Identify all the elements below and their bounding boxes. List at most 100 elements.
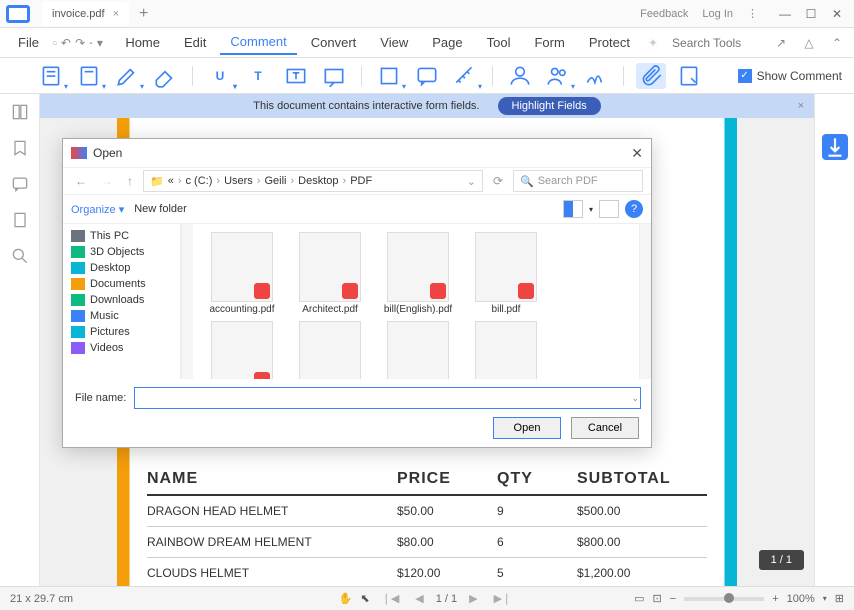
thumbnails-icon[interactable] [10,102,30,122]
comment-tool[interactable] [412,63,442,89]
help-icon[interactable]: ? [625,200,643,218]
file-item[interactable]: accounting.pdf [201,232,283,315]
zoom-in-icon[interactable]: + [772,593,778,605]
search-icon[interactable] [10,246,30,266]
bookmark-icon[interactable] [10,138,30,158]
file-item[interactable] [289,321,371,379]
login-link[interactable]: Log In [702,8,733,20]
up-icon[interactable]: ↑ [123,174,137,188]
prev-page-icon[interactable]: ◀ [411,592,427,605]
edit-note-tool[interactable] [674,63,704,89]
hand-tool-icon[interactable]: ✋ [339,592,353,605]
feedback-link[interactable]: Feedback [640,8,688,20]
shape-tool[interactable]: ▾ [374,63,404,89]
sign-tool[interactable] [581,63,611,89]
breadcrumb[interactable]: 📁 «› c (C:)› Users› Geili› Desktop› PDF … [143,170,483,192]
underline-tool[interactable]: U▾ [205,63,235,89]
view-mode-icon[interactable]: ▭ [634,592,644,605]
highlight-fields-button[interactable]: Highlight Fields [498,97,601,115]
dropdown-icon[interactable]: ▾ [97,34,103,52]
comments-icon[interactable] [10,174,30,194]
external-icon[interactable]: ↗ [772,34,790,52]
menu-comment[interactable]: Comment [220,30,296,55]
eraser-tool[interactable] [150,63,180,89]
callout-tool[interactable] [319,63,349,89]
menu-view[interactable]: View [370,31,418,54]
organize-button[interactable]: Organize ▾ [71,203,124,216]
last-page-icon[interactable]: ▶❘ [490,592,516,605]
search-tools-input[interactable] [672,36,762,50]
textbox-tool[interactable] [281,63,311,89]
document-tab[interactable]: invoice.pdf × [42,2,129,26]
menu-form[interactable]: Form [524,31,574,54]
cancel-button[interactable]: Cancel [571,417,639,439]
tree-item-desktop[interactable]: Desktop [63,260,180,276]
file-menu[interactable]: File [8,31,49,54]
attachments-icon[interactable] [10,210,30,230]
tree-item-videos[interactable]: Videos [63,340,180,356]
close-button[interactable]: ✕ [824,0,850,28]
cloud-icon[interactable]: △ [800,34,818,52]
print-icon[interactable] [89,34,93,52]
stamp-tool[interactable]: ▾ [74,63,104,89]
zoom-value[interactable]: 100% [787,593,815,605]
file-item[interactable]: cad2 (1).pdf [201,321,283,379]
zoom-slider[interactable] [684,597,764,601]
expand-icon[interactable]: ⌃ [828,34,846,52]
close-icon[interactable]: × [113,8,119,20]
new-folder-button[interactable]: New folder [134,203,187,215]
preview-button[interactable] [599,200,619,218]
menu-tool[interactable]: Tool [477,31,521,54]
page-number[interactable]: 1 / 1 [436,593,457,605]
first-page-icon[interactable]: ❘◀ [378,592,404,605]
users-tool[interactable]: ▾ [543,63,573,89]
measure-tool[interactable]: ▾ [450,63,480,89]
tree-item-music[interactable]: Music [63,308,180,324]
menu-home[interactable]: Home [115,31,170,54]
pencil-tool[interactable]: ▾ [112,63,142,89]
fullscreen-icon[interactable]: ⊞ [835,592,844,605]
next-page-icon[interactable]: ▶ [465,592,481,605]
tree-item-pictures[interactable]: Pictures [63,324,180,340]
more-icon[interactable]: ⋮ [747,7,758,20]
menu-convert[interactable]: Convert [301,31,367,54]
filename-input[interactable] [134,387,641,409]
view-mode-button[interactable] [563,200,583,218]
tree-item-3d[interactable]: 3D Objects [63,244,180,260]
file-item[interactable]: bill.pdf [465,232,547,315]
save-icon[interactable] [53,34,57,52]
file-item[interactable] [377,321,459,379]
open-button[interactable]: Open [493,417,561,439]
maximize-button[interactable]: ☐ [798,0,824,28]
user-tool[interactable] [505,63,535,89]
fit-page-icon[interactable]: ⊡ [653,592,662,605]
tree-item-downloads[interactable]: Downloads [63,292,180,308]
back-icon[interactable]: ← [71,174,91,188]
forward-icon[interactable]: → [97,174,117,188]
file-item[interactable] [465,321,547,379]
new-tab-button[interactable]: + [139,5,148,23]
download-icon[interactable] [822,134,848,160]
minimize-button[interactable]: — [772,0,798,28]
refresh-icon[interactable]: ⟳ [489,174,507,188]
text-tool[interactable]: T [243,63,273,89]
undo-icon[interactable]: ↶ [61,34,71,52]
tree-scrollbar[interactable] [181,224,193,379]
zoom-out-icon[interactable]: − [670,593,676,605]
tree-item-documents[interactable]: Documents [63,276,180,292]
close-icon[interactable]: ✕ [631,145,643,162]
tree-item-thispc[interactable]: This PC [63,228,180,244]
menu-edit[interactable]: Edit [174,31,216,54]
file-item[interactable]: bill(English).pdf [377,232,459,315]
file-item[interactable]: Architect.pdf [289,232,371,315]
attachment-tool[interactable] [636,63,666,89]
note-tool[interactable]: ▾ [36,63,66,89]
dialog-search[interactable]: 🔍 Search PDF [513,170,643,192]
menu-protect[interactable]: Protect [579,31,640,54]
wand-icon[interactable]: ✦ [644,34,662,52]
redo-icon[interactable]: ↷ [75,34,85,52]
show-comment-checkbox[interactable]: ✓ [738,69,752,83]
close-icon[interactable]: × [798,100,804,112]
select-tool-icon[interactable]: ⬉ [360,592,369,605]
file-scrollbar[interactable] [639,224,651,379]
